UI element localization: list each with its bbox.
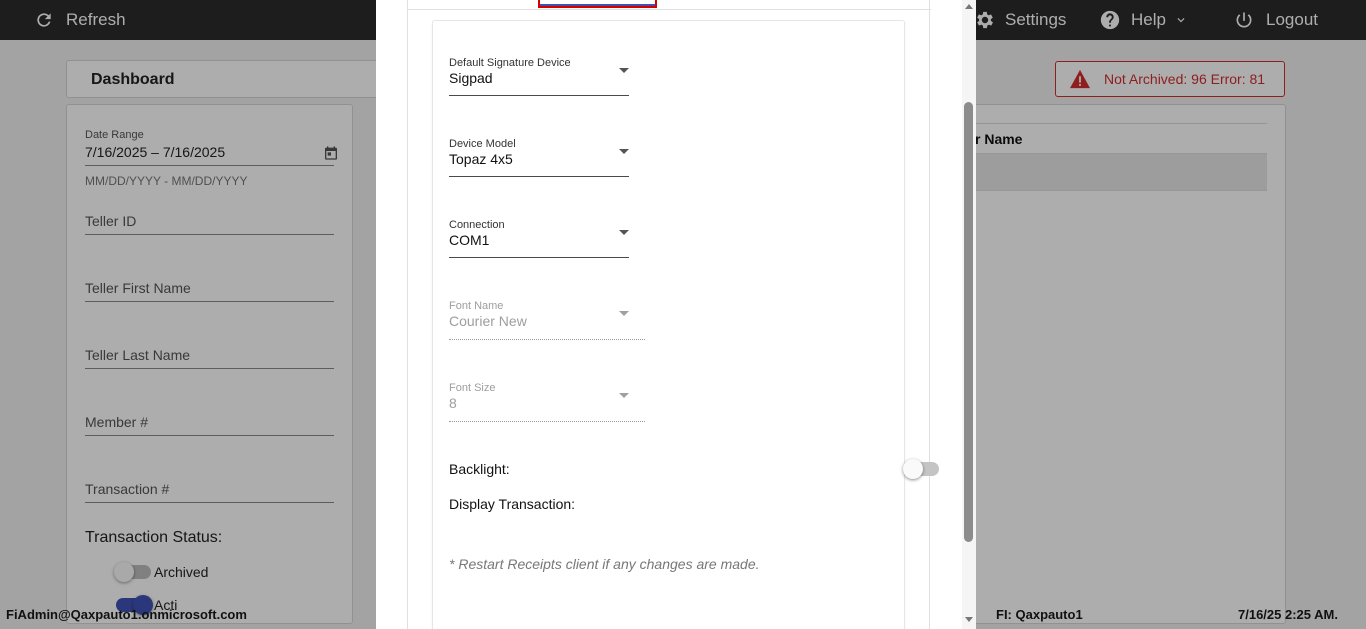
dropdown-arrow-icon [619,393,629,398]
font-name-value: Courier New [449,313,527,329]
tab-strip [408,0,931,10]
backlight-toggle[interactable] [903,459,939,479]
font-size-label: Font Size [449,382,496,394]
dropdown-arrow-icon [619,149,629,154]
settings-dialog: Default Signature Device Sigpad Device M… [376,0,976,629]
scroll-down-arrow-icon[interactable] [965,617,973,622]
footer-user: FiAdmin@Qaxpauto1.onmicrosoft.com [6,607,247,622]
display-transaction-label: Display Transaction: [449,496,576,512]
font-size-select: Font Size 8 [449,382,645,422]
font-size-value: 8 [449,395,457,411]
device-model-label: Device Model [449,138,516,150]
device-model-value: Topaz 4x5 [449,151,513,167]
connection-label: Connection [449,219,505,231]
dropdown-arrow-icon [619,230,629,235]
signature-device-select[interactable]: Default Signature Device Sigpad [449,57,629,96]
footer-fi: FI: Qaxpauto1 [996,607,1083,622]
scrollbar-thumb[interactable] [964,102,973,542]
signature-device-value: Sigpad [449,70,493,86]
backlight-label: Backlight: [449,461,510,477]
dropdown-arrow-icon [619,68,629,73]
font-name-label: Font Name [449,300,504,312]
restart-note: * Restart Receipts client if any changes… [449,556,760,572]
tab-active-signature[interactable] [538,0,657,8]
signature-device-label: Default Signature Device [449,57,571,69]
footer-datetime: 7/16/25 2:25 AM. [1238,607,1338,622]
dropdown-arrow-icon [619,311,629,316]
font-name-select: Font Name Courier New [449,300,645,340]
scroll-up-arrow-icon[interactable] [965,4,973,9]
connection-value: COM1 [449,232,490,248]
device-model-select[interactable]: Device Model Topaz 4x5 [449,138,629,177]
connection-select[interactable]: Connection COM1 [449,219,629,258]
dialog-scrollbar[interactable] [962,0,976,629]
